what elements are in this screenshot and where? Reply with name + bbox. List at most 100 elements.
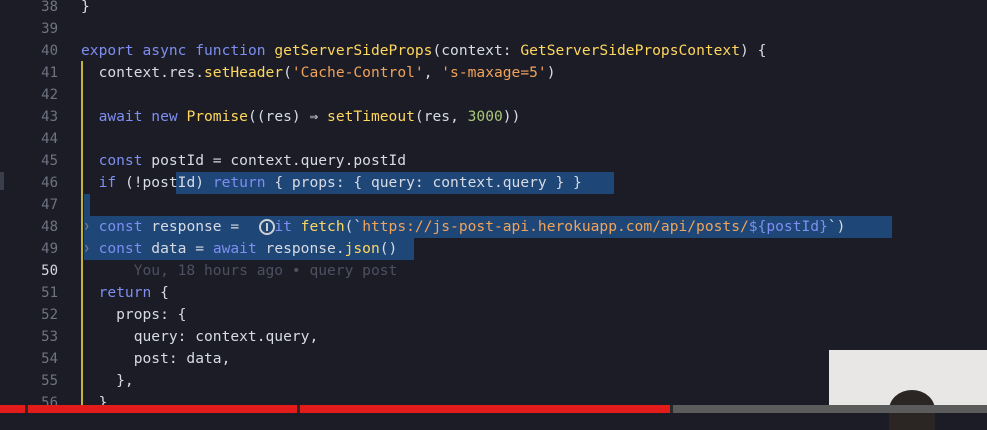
code-text: if (!postId) return { props: { query: co…: [81, 172, 582, 194]
line-number: 48: [41, 219, 58, 235]
fold-arrow-icon[interactable]: ❯: [84, 238, 89, 260]
code-token: function: [195, 42, 275, 59]
code-token: GetServerSidePropsContext: [520, 42, 740, 59]
code-token: https://js-post-api.herokuapp.com/api/po…: [362, 218, 749, 235]
code-token: await: [81, 108, 152, 125]
code-line[interactable]: 38}: [0, 0, 987, 18]
code-token: json: [344, 240, 380, 257]
code-text: You, 18 hours ago • query post: [81, 260, 398, 282]
line-number: 54: [41, 351, 58, 367]
code-line[interactable]: 46 if (!postId) return { props: { query:…: [0, 172, 987, 194]
code-line[interactable]: 45 const postId = context.query.postId: [0, 150, 987, 172]
code-token: {: [160, 284, 169, 301]
code-text: const data = await response.json(): [81, 238, 398, 260]
line-number: 38: [41, 0, 58, 15]
code-line[interactable]: 42: [0, 84, 987, 106]
code-line[interactable]: 41 context.res.setHeader('Cache-Control'…: [0, 62, 987, 84]
code-line[interactable]: 47: [0, 194, 987, 216]
code-text: query: context.query,: [81, 326, 319, 348]
code-text: props: {: [81, 304, 186, 326]
line-number: 42: [41, 87, 58, 103]
code-line[interactable]: 50 You, 18 hours ago • query post: [0, 260, 987, 282]
chapter-divider: [297, 405, 300, 413]
code-token: return: [81, 284, 161, 301]
code-token: new: [151, 108, 187, 125]
code-token: ) {: [740, 42, 767, 59]
code-token: },: [81, 372, 134, 389]
code-line[interactable]: 48 const response = it fetch(`https://js…: [0, 216, 987, 238]
line-number: 44: [41, 131, 58, 147]
code-token: setHeader: [204, 64, 284, 81]
code-text: export async function getServerSideProps…: [81, 40, 766, 62]
line-number: 49: [41, 241, 58, 257]
code-token: postId = context.query.postId: [151, 152, 407, 169]
code-text: await new Promise((res) ⇒ setTimeout(res…: [81, 106, 521, 128]
code-token: 'Cache-Control': [291, 64, 424, 81]
code-token: Promise: [186, 108, 248, 125]
code-line[interactable]: 49 const data = await response.json(): [0, 238, 987, 260]
code-text: context.res.setHeader('Cache-Control', '…: [81, 62, 556, 84]
code-token: `): [827, 218, 846, 235]
code-token: return: [212, 174, 275, 191]
fold-arrow-icon[interactable]: ❯: [84, 216, 89, 238]
code-token: getServerSideProps: [274, 42, 433, 59]
code-token: data =: [151, 240, 213, 257]
line-number: 43: [41, 109, 58, 125]
code-text: },: [81, 370, 134, 392]
line-number: 46: [41, 175, 58, 191]
code-token: const: [81, 152, 152, 169]
code-line[interactable]: 51 return {: [0, 282, 987, 304]
code-token: (res,: [414, 108, 468, 125]
chapter-divider: [25, 405, 28, 413]
code-token: { props: { query: context.query } }: [274, 174, 582, 191]
code-token: query: context.query,: [81, 328, 319, 345]
code-token: post: data,: [81, 350, 231, 367]
code-token: 3000: [467, 108, 503, 125]
code-token: (): [379, 240, 398, 257]
code-text: post: data,: [81, 348, 231, 370]
code-token: context.res.: [81, 64, 205, 81]
code-line[interactable]: 53 query: context.query,: [0, 326, 987, 348]
code-token: response =: [151, 218, 248, 235]
code-token: const: [81, 218, 152, 235]
code-token: it: [274, 218, 301, 235]
code-line[interactable]: 52 props: {: [0, 304, 987, 326]
code-token: setTimeout: [327, 108, 415, 125]
code-token: await: [212, 240, 266, 257]
code-text: const response = it fetch(`https://js-po…: [81, 216, 846, 238]
code-token: }: [81, 0, 90, 15]
code-token: (`: [344, 218, 363, 235]
code-line[interactable]: 40 export async function getServerSidePro…: [0, 40, 987, 62]
code-line[interactable]: 43 await new Promise((res) ⇒ setTimeout(…: [0, 106, 987, 128]
code-token: (: [283, 64, 292, 81]
code-token: response.: [265, 240, 345, 257]
line-number: 52: [41, 307, 58, 323]
line-number: 47: [41, 197, 58, 213]
code-line[interactable]: 44: [0, 128, 987, 150]
line-number: 45: [41, 153, 58, 169]
line-number: 53: [41, 329, 58, 345]
webcam-overlay: [829, 350, 987, 430]
code-text: const postId = context.query.postId: [81, 150, 407, 172]
code-token: You, 18 hours ago • query post: [81, 262, 398, 279]
code-token: (context:: [432, 42, 521, 59]
line-number: 41: [41, 65, 58, 81]
code-token: const: [81, 240, 152, 257]
code-line[interactable]: 39: [0, 18, 987, 40]
code-token: fetch: [300, 218, 345, 235]
line-number: 51: [41, 285, 58, 301]
chapter-divider: [670, 405, 673, 413]
code-token: ${postId}: [748, 218, 828, 235]
code-text: return {: [81, 282, 169, 304]
line-number: 50: [41, 263, 58, 279]
line-number: 39: [41, 21, 58, 37]
video-progress-bar[interactable]: [0, 405, 987, 413]
code-token: )): [502, 108, 521, 125]
code-token: (!postId): [124, 174, 213, 191]
line-number: 40: [41, 43, 58, 59]
code-token: ((res) ⇒: [247, 108, 328, 125]
code-token: props: {: [81, 306, 187, 323]
mouse-cursor-icon: [259, 219, 275, 235]
line-number: 55: [41, 373, 58, 389]
code-token: ): [546, 64, 556, 81]
